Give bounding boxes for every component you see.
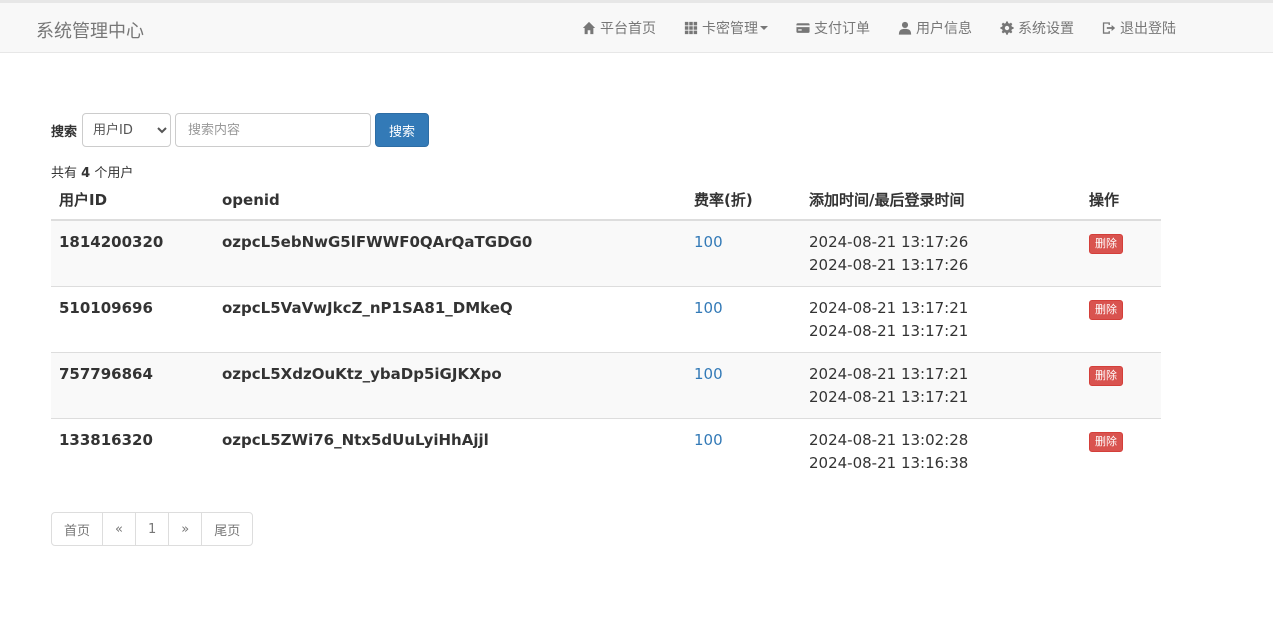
search-form: 搜索 用户ID 搜索	[51, 113, 430, 147]
delete-button[interactable]: 删除	[1089, 366, 1123, 386]
user-count-number: 4	[81, 166, 91, 181]
cell-user-id: 510109696	[51, 286, 214, 353]
cell-time: 2024-08-21 13:17:21 2024-08-21 13:17:21	[801, 286, 1081, 353]
col-header-openid: openid	[214, 180, 686, 221]
added-time: 2024-08-21 13:17:26	[809, 233, 969, 251]
cell-action: 删除	[1081, 220, 1161, 287]
col-header-action: 操作	[1081, 180, 1161, 221]
navbar: 系统管理中心 平台首页 卡密管理 支付订单 用户信息 系统设置 退出登陆	[0, 0, 1273, 53]
main-nav: 平台首页 卡密管理 支付订单 用户信息 系统设置 退出登陆	[554, 18, 1176, 38]
page-next[interactable]: »	[168, 512, 203, 546]
delete-button[interactable]: 删除	[1089, 300, 1123, 320]
nav-logout[interactable]: 退出登陆	[1102, 18, 1176, 38]
table-header-row: 用户ID openid 费率(折) 添加时间/最后登录时间 操作	[51, 180, 1161, 221]
last-login-time: 2024-08-21 13:16:38	[809, 454, 969, 472]
col-header-user-id: 用户ID	[51, 180, 214, 221]
cell-user-id: 133816320	[51, 418, 214, 484]
cell-action: 删除	[1081, 418, 1161, 484]
search-label: 搜索	[51, 124, 78, 140]
gear-icon	[1000, 21, 1014, 35]
added-time: 2024-08-21 13:02:28	[809, 431, 969, 449]
table-row: 757796864 ozpcL5XdzOuKtz_ybaDp5iGJKXpo 1…	[51, 352, 1161, 419]
page-prev[interactable]: «	[102, 512, 136, 546]
nav-system-settings-label: 系统设置	[1018, 21, 1074, 37]
cell-time: 2024-08-21 13:17:21 2024-08-21 13:17:21	[801, 352, 1081, 419]
user-count-prefix: 共有	[51, 166, 78, 181]
users-table: 用户ID openid 费率(折) 添加时间/最后登录时间 操作 1814200…	[51, 180, 1161, 484]
user-icon	[898, 21, 912, 35]
cell-time: 2024-08-21 13:02:28 2024-08-21 13:16:38	[801, 418, 1081, 484]
nav-logout-label: 退出登陆	[1120, 21, 1176, 37]
nav-card-management[interactable]: 卡密管理	[684, 18, 768, 38]
user-count-suffix: 个用户	[94, 166, 134, 181]
cell-rate[interactable]: 100	[686, 220, 801, 287]
nav-system-settings[interactable]: 系统设置	[1000, 18, 1074, 38]
cell-action: 删除	[1081, 286, 1161, 353]
cell-user-id: 757796864	[51, 352, 214, 419]
cell-action: 删除	[1081, 352, 1161, 419]
page-last[interactable]: 尾页	[201, 512, 254, 546]
table-row: 133816320 ozpcL5ZWi76_Ntx5dUuLyiHhAjjl 1…	[51, 418, 1161, 484]
search-field-select[interactable]: 用户ID	[82, 113, 172, 147]
nav-payment-orders[interactable]: 支付订单	[796, 18, 870, 38]
pagination: 首页 « 1 » 尾页	[51, 512, 254, 546]
cell-openid: ozpcL5ZWi76_Ntx5dUuLyiHhAjjl	[214, 418, 686, 484]
brand-title[interactable]: 系统管理中心	[36, 17, 144, 43]
last-login-time: 2024-08-21 13:17:26	[809, 256, 969, 274]
logout-icon	[1102, 22, 1116, 34]
nav-home-label: 平台首页	[600, 21, 656, 37]
cell-rate[interactable]: 100	[686, 418, 801, 484]
cell-rate[interactable]: 100	[686, 352, 801, 419]
added-time: 2024-08-21 13:17:21	[809, 299, 969, 317]
chevron-down-icon	[760, 26, 768, 30]
user-count: 共有 4 个用户	[51, 162, 133, 181]
grid-icon	[684, 21, 698, 35]
table-row: 510109696 ozpcL5VaVwJkcZ_nP1SA81_DMkeQ 1…	[51, 286, 1161, 353]
cell-user-id: 1814200320	[51, 220, 214, 287]
nav-card-management-label: 卡密管理	[702, 21, 758, 37]
col-header-time: 添加时间/最后登录时间	[801, 180, 1081, 221]
cell-rate[interactable]: 100	[686, 286, 801, 353]
col-header-rate: 费率(折)	[686, 180, 801, 221]
page-number[interactable]: 1	[134, 512, 170, 546]
search-button[interactable]: 搜索	[375, 113, 430, 147]
added-time: 2024-08-21 13:17:21	[809, 365, 969, 383]
nav-user-info[interactable]: 用户信息	[898, 18, 972, 38]
cell-openid: ozpcL5VaVwJkcZ_nP1SA81_DMkeQ	[214, 286, 686, 353]
cell-openid: ozpcL5ebNwG5lFWWF0QArQaTGDG0	[214, 220, 686, 287]
cell-time: 2024-08-21 13:17:26 2024-08-21 13:17:26	[801, 220, 1081, 287]
table-row: 1814200320 ozpcL5ebNwG5lFWWF0QArQaTGDG0 …	[51, 220, 1161, 287]
cell-openid: ozpcL5XdzOuKtz_ybaDp5iGJKXpo	[214, 352, 686, 419]
home-icon	[582, 21, 596, 35]
search-input[interactable]	[175, 113, 372, 147]
page-first[interactable]: 首页	[51, 512, 104, 546]
last-login-time: 2024-08-21 13:17:21	[809, 322, 969, 340]
nav-user-info-label: 用户信息	[916, 21, 972, 37]
credit-card-icon	[796, 23, 810, 33]
nav-payment-orders-label: 支付订单	[814, 21, 870, 37]
nav-home[interactable]: 平台首页	[582, 18, 656, 38]
last-login-time: 2024-08-21 13:17:21	[809, 388, 969, 406]
delete-button[interactable]: 删除	[1089, 432, 1123, 452]
delete-button[interactable]: 删除	[1089, 234, 1123, 254]
